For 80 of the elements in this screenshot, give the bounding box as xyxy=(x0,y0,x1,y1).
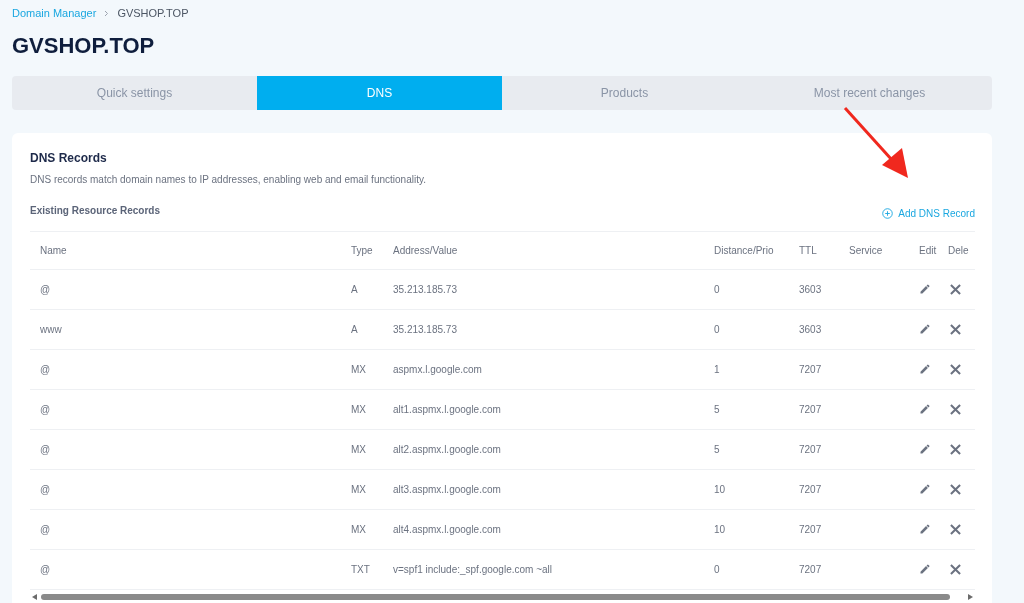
table-cell-text: 35.213.185.73 xyxy=(393,282,458,297)
card-description: DNS records match domain names to IP addresses, enabling web and email functionality. xyxy=(30,172,427,187)
column-header: Type xyxy=(351,243,374,258)
table-cell-text: aspmx.l.google.com xyxy=(393,362,483,377)
table-cell-text: MX xyxy=(351,522,367,537)
table-cell-text: MX xyxy=(351,442,367,457)
table-cell-text: 7207 xyxy=(799,482,823,497)
table-cell-text: A xyxy=(351,282,359,297)
column-header: Edit xyxy=(919,243,938,258)
card-title: DNS Records xyxy=(30,149,108,167)
table-cell-text: 35.213.185.73 xyxy=(393,322,458,337)
table-cell-text: www xyxy=(39,322,63,337)
table-cell-text: 7207 xyxy=(799,362,823,377)
breadcrumb-link[interactable]: Domain Manager xyxy=(12,5,97,22)
pencil-icon[interactable] xyxy=(919,443,931,455)
close-icon[interactable] xyxy=(950,443,961,455)
table-cell-text: @ xyxy=(39,562,52,577)
close-icon[interactable] xyxy=(950,323,961,335)
table-cell-text: @ xyxy=(39,442,52,457)
scrollbar-thumb[interactable] xyxy=(41,593,950,600)
table-cell-text: alt1.aspmx.l.google.com xyxy=(393,402,502,417)
column-header: Address/Value xyxy=(393,243,459,258)
table-cell-text: 5 xyxy=(714,442,721,457)
column-header: Dele xyxy=(948,243,970,258)
table-cell-text: 7207 xyxy=(799,402,823,417)
table-cell-text: v=spf1 include:_spf.google.com ~all xyxy=(393,562,553,577)
table-cell-text: 0 xyxy=(714,282,721,297)
column-header: Service xyxy=(849,243,884,258)
table-cell-text: 0 xyxy=(714,562,721,577)
section-subtitle: Existing Resource Records xyxy=(30,203,161,218)
pencil-icon[interactable] xyxy=(919,523,931,535)
add-dns-record-button[interactable]: Add DNS Record xyxy=(882,205,975,221)
plus-circle-icon xyxy=(882,207,894,219)
close-icon[interactable] xyxy=(950,563,961,575)
column-header: Distance/Prio xyxy=(714,243,775,258)
breadcrumb-current: GVSHOP.TOP xyxy=(117,6,189,21)
table-cell-text: @ xyxy=(39,362,52,377)
pencil-icon[interactable] xyxy=(919,483,931,495)
table-cell-text: 3603 xyxy=(799,322,823,337)
tab[interactable]: Products xyxy=(502,75,747,110)
table-cell-text: alt2.aspmx.l.google.com xyxy=(393,442,502,457)
table-cell-text: MX xyxy=(351,362,367,377)
table-cell-text: @ xyxy=(39,482,52,497)
table-cell-text: 7207 xyxy=(799,562,823,577)
table-cell-text: 10 xyxy=(714,482,727,497)
table-cell-text: 10 xyxy=(714,522,727,537)
close-icon[interactable] xyxy=(950,363,961,375)
table-cell-text: A xyxy=(351,322,359,337)
table-cell-text: 5 xyxy=(714,402,721,417)
tab[interactable]: Most recent changes xyxy=(747,75,992,110)
scroll-right-icon[interactable] xyxy=(968,593,973,600)
tab[interactable]: DNS xyxy=(257,75,502,110)
close-icon[interactable] xyxy=(950,403,961,415)
tab[interactable]: Quick settings xyxy=(12,75,257,110)
close-icon[interactable] xyxy=(950,523,961,535)
pencil-icon[interactable] xyxy=(919,323,931,335)
pencil-icon[interactable] xyxy=(919,563,931,575)
table-cell-text: @ xyxy=(39,282,52,297)
table-cell-text: @ xyxy=(39,522,52,537)
page-title: GVSHOP.TOP xyxy=(11,31,156,60)
chevron-icon xyxy=(104,9,110,17)
column-header: Name xyxy=(39,243,68,258)
table-cell-text: alt3.aspmx.l.google.com xyxy=(393,482,502,497)
pencil-icon[interactable] xyxy=(919,403,931,415)
table-cell-text: 7207 xyxy=(799,522,823,537)
table-cell-text: 7207 xyxy=(799,442,823,457)
pencil-icon[interactable] xyxy=(919,283,931,295)
table-cell-text: MX xyxy=(351,482,367,497)
table-cell-text: 0 xyxy=(714,322,721,337)
scroll-left-icon[interactable] xyxy=(32,593,37,600)
pencil-icon[interactable] xyxy=(919,363,931,375)
table-cell-text: TXT xyxy=(351,562,371,577)
table-cell-text: MX xyxy=(351,402,367,417)
table-cell-text: alt4.aspmx.l.google.com xyxy=(393,522,502,537)
close-icon[interactable] xyxy=(950,483,961,495)
column-header: TTL xyxy=(799,243,818,258)
close-icon[interactable] xyxy=(950,283,961,295)
table-cell-text: 1 xyxy=(714,362,721,377)
table-cell-text: 3603 xyxy=(799,282,823,297)
table-cell-text: @ xyxy=(39,402,52,417)
